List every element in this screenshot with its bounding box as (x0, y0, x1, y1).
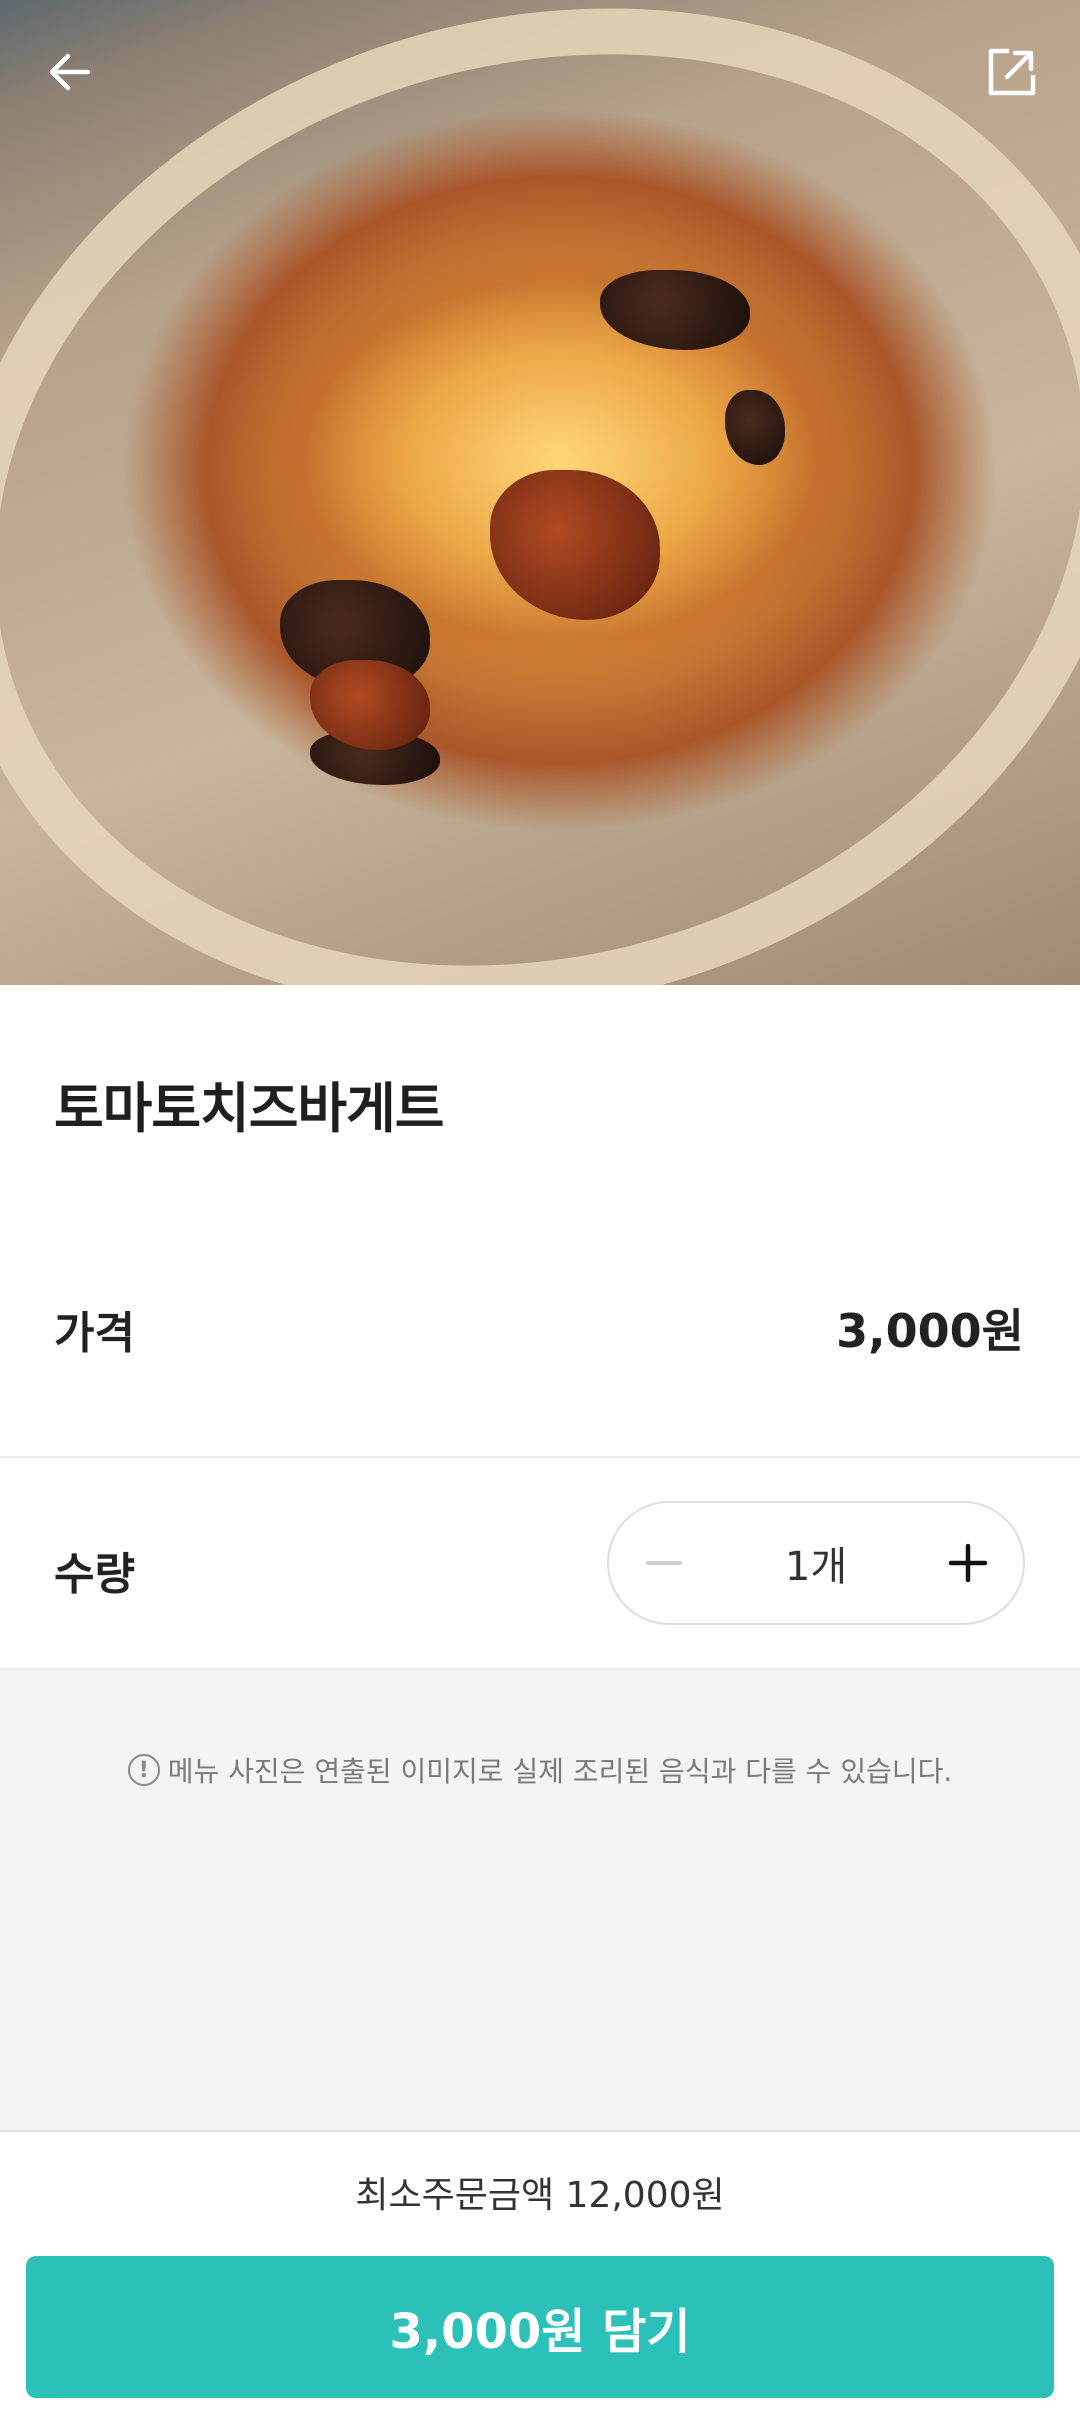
arrow-left-icon (49, 53, 91, 91)
price-value: 3,000원 (836, 1304, 1024, 1358)
quantity-stepper: 1개 (607, 1501, 1025, 1625)
image-disclaimer: ! 메뉴 사진은 연출된 이미지로 실제 조리된 음식과 다를 수 있습니다. (0, 1750, 1080, 1790)
notice-area: ! 메뉴 사진은 연출된 이미지로 실제 조리된 음식과 다를 수 있습니다. (0, 1670, 1080, 2130)
share-external-icon (988, 48, 1036, 96)
order-footer: 최소주문금액 12,000원 3,000원 담기 (0, 2130, 1080, 2411)
exclamation-circle-icon: ! (127, 1754, 160, 1786)
share-button[interactable] (962, 22, 1062, 122)
disclaimer-text: 메뉴 사진은 연출된 이미지로 실제 조리된 음식과 다를 수 있습니다. (167, 1755, 953, 1788)
minus-icon (646, 1561, 682, 1565)
quantity-label: 수량 (54, 1549, 135, 1600)
quantity-value: 1개 (784, 1544, 848, 1590)
increase-button[interactable] (913, 1503, 1023, 1623)
price-label: 가격 (54, 1308, 135, 1359)
product-image (0, 0, 1080, 985)
product-title: 토마토치즈바게트 (54, 1077, 444, 1140)
minimum-order-amount: 최소주문금액 12,000원 (355, 2175, 725, 2216)
plus-icon (948, 1543, 988, 1583)
add-to-cart-button[interactable]: 3,000원 담기 (26, 2256, 1054, 2398)
decrease-button[interactable] (609, 1503, 719, 1623)
divider (0, 1456, 1080, 1458)
back-button[interactable] (20, 22, 120, 122)
